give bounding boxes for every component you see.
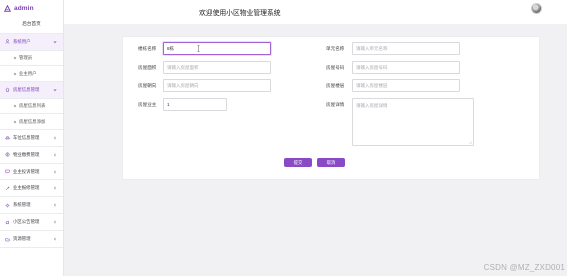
- sidebar-item-label: 房屋信息管理: [13, 86, 40, 92]
- notice-icon: [5, 220, 9, 225]
- house-number-label: 房屋号码: [326, 65, 345, 70]
- cancel-button[interactable]: 取消: [317, 158, 345, 167]
- house-orientation-input[interactable]: 请输入房屋朝向: [163, 79, 271, 92]
- house-owner-label: 房屋业主: [138, 102, 157, 107]
- house-number-input[interactable]: 请输入房屋号码: [352, 61, 460, 74]
- sidebar-item-admin[interactable]: 管理员: [0, 50, 63, 67]
- dot-icon: [13, 72, 17, 75]
- house-details-textarea[interactable]: 请输入房屋详情: [352, 98, 474, 146]
- sidebar: admin 后台首页 系统用户 管理员 业主用户 房屋信息管理 房屋信息列表 房…: [0, 0, 64, 276]
- user-icon: [5, 39, 10, 45]
- home-link[interactable]: 后台首页: [0, 15, 63, 34]
- sidebar-item-resources[interactable]: 资源管理: [0, 231, 63, 249]
- brand: admin: [0, 0, 63, 15]
- brand-text: admin: [14, 4, 34, 12]
- chevron-left-icon: [54, 170, 56, 173]
- house-floor-label: 房屋楼层: [326, 83, 345, 88]
- sidebar-item-label: 资源管理: [13, 236, 31, 242]
- page-title: 欢迎使用小区物业管理系统: [199, 10, 281, 17]
- chevron-left-icon: [54, 153, 56, 157]
- building-name-label: 楼栋名称: [138, 46, 157, 51]
- house-floor-input[interactable]: 请输入房屋楼层: [352, 79, 460, 92]
- house-details-label: 房屋详情: [326, 102, 345, 107]
- sidebar-item-label: 房屋信息列表: [19, 103, 46, 109]
- sidebar-item-fees[interactable]: 物业缴费管理: [0, 147, 63, 164]
- sidebar-item-house-add[interactable]: 房屋信息添加: [0, 114, 63, 130]
- chevron-left-icon: [54, 203, 56, 207]
- house-icon: [5, 87, 10, 92]
- submit-button[interactable]: 提交: [284, 158, 312, 167]
- folder-icon: [5, 237, 10, 241]
- dot-icon: [13, 57, 17, 60]
- house-owner-input[interactable]: 1: [163, 98, 227, 111]
- chevron-left-icon: [54, 237, 56, 241]
- house-area-input[interactable]: 请输入房屋面积: [163, 61, 271, 74]
- sidebar-item-label: 业主用户: [19, 70, 37, 76]
- app-window: admin 后台首页 系统用户 管理员 业主用户 房屋信息管理 房屋信息列表 房…: [0, 0, 567, 276]
- chevron-down-icon: [53, 88, 57, 92]
- chevron-left-icon: [54, 186, 56, 190]
- sidebar-item-label: 系统用户: [13, 38, 31, 44]
- money-icon: [5, 152, 10, 157]
- watermark: CSDN @MZ_ZXD001: [483, 263, 565, 272]
- unit-name-input[interactable]: 请输入单元名称: [352, 42, 460, 55]
- tool-icon: [5, 186, 10, 191]
- building-name-input[interactable]: 8栋: [163, 42, 271, 55]
- sidebar-item-system[interactable]: 系统管理: [0, 197, 63, 215]
- text-cursor-icon: [197, 45, 200, 52]
- sidebar-item-label: 车位信息管理: [13, 134, 40, 140]
- unit-name-label: 单元名称: [326, 46, 345, 51]
- sidebar-item-label: 系统管理: [13, 202, 31, 208]
- sidebar-item-house-management[interactable]: 房屋信息管理: [0, 81, 63, 99]
- house-orientation-label: 房屋朝向: [138, 83, 157, 88]
- sidebar-item-owner-users[interactable]: 业主用户: [0, 66, 63, 82]
- sidebar-item-repairs[interactable]: 业主报修管理: [0, 180, 63, 198]
- sidebar-menu: 系统用户 管理员 业主用户 房屋信息管理 房屋信息列表 房屋信息添加 车位信息管…: [0, 34, 63, 249]
- house-area-label: 房屋面积: [138, 65, 157, 70]
- sidebar-item-label: 物业缴费管理: [13, 151, 40, 157]
- gear-icon: [5, 203, 10, 208]
- top-bar: 欢迎使用小区物业管理系统: [64, 0, 567, 25]
- sidebar-item-label: 业主报修管理: [13, 185, 40, 191]
- sidebar-item-label: 管理员: [19, 55, 33, 61]
- main-content: 楼栋名称 8栋 单元名称 请输入单元名称 房屋面积 请输入房屋面积 房屋号码 请…: [64, 24, 567, 276]
- avatar[interactable]: [531, 3, 542, 14]
- sidebar-item-house-list[interactable]: 房屋信息列表: [0, 98, 63, 115]
- sidebar-item-label: 小区公告管理: [13, 219, 40, 225]
- sidebar-item-notices[interactable]: 小区公告管理: [0, 214, 63, 232]
- sidebar-item-label: 房屋信息添加: [19, 118, 46, 124]
- car-icon: [5, 136, 10, 140]
- dot-icon: [13, 104, 17, 108]
- resize-handle-icon[interactable]: [469, 141, 472, 144]
- chevron-down-icon: [53, 40, 57, 44]
- sidebar-item-complaints[interactable]: 业主投诉管理: [0, 164, 63, 181]
- message-icon: [5, 169, 10, 174]
- chevron-left-icon: [54, 220, 56, 224]
- sidebar-item-parking[interactable]: 车位信息管理: [0, 130, 63, 147]
- house-form: 楼栋名称 8栋 单元名称 请输入单元名称 房屋面积 请输入房屋面积 房屋号码 请…: [122, 36, 540, 180]
- admin-logo-icon: [4, 4, 11, 12]
- sidebar-item-label: 业主投诉管理: [13, 168, 40, 174]
- dot-icon: [13, 120, 17, 123]
- chevron-left-icon: [54, 136, 56, 140]
- sidebar-item-system-users[interactable]: 系统用户: [0, 34, 63, 51]
